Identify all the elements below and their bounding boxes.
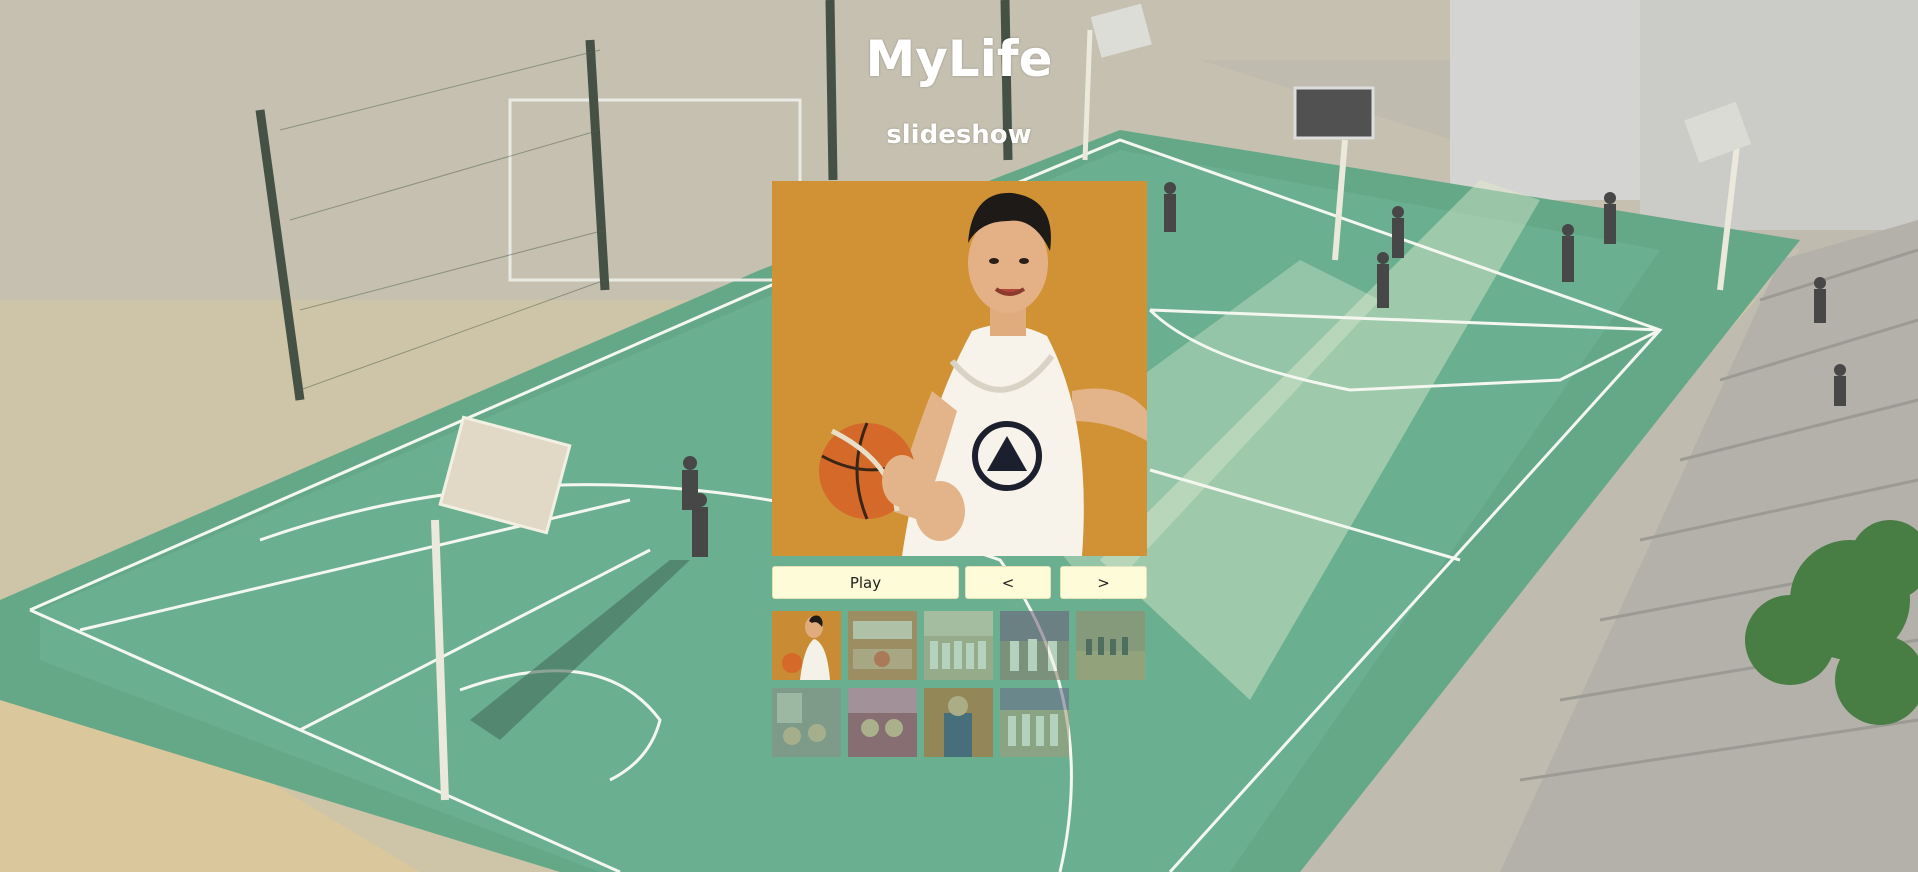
thumbnail-grid <box>772 611 1147 759</box>
thumbnail-1[interactable] <box>772 611 841 680</box>
previous-button[interactable]: < <box>965 566 1051 599</box>
thumbnail-5[interactable] <box>1076 611 1145 680</box>
thumbnail-8[interactable] <box>924 688 993 757</box>
thumbnail-4[interactable] <box>1000 611 1069 680</box>
thumbnail-7[interactable] <box>848 688 917 757</box>
thumbnail-2[interactable] <box>848 611 917 680</box>
thumbnail-3[interactable] <box>924 611 993 680</box>
thumbnail-9[interactable] <box>1000 688 1069 757</box>
page: MyLife slideshow Play < > <box>0 0 1918 872</box>
play-button[interactable]: Play <box>772 566 959 599</box>
slideshow-main-photo <box>772 181 1147 556</box>
thumbnail-6[interactable] <box>772 688 841 757</box>
next-button[interactable]: > <box>1060 566 1147 599</box>
page-subtitle: slideshow <box>886 120 1032 150</box>
slideshow-controls: Play < > <box>772 566 1147 599</box>
page-title: MyLife <box>865 30 1053 88</box>
